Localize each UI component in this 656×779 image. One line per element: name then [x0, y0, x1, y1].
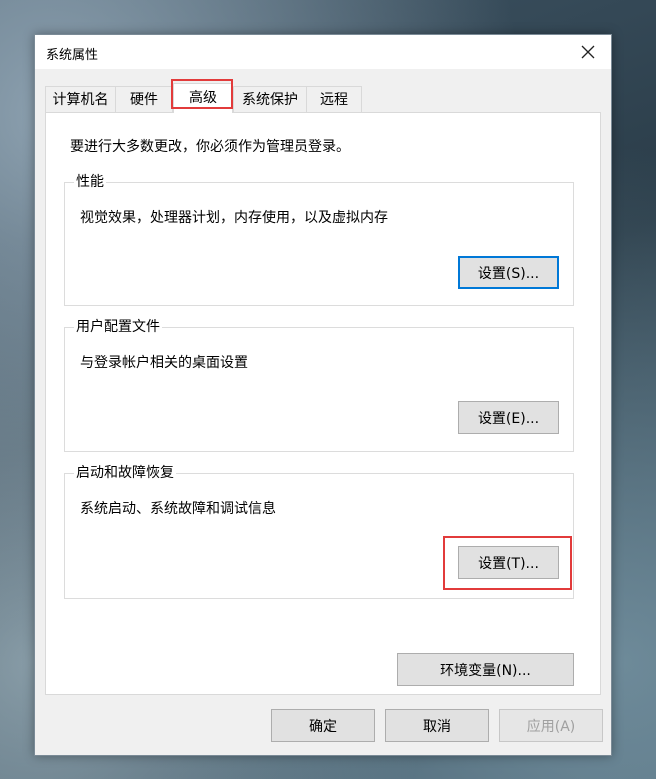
- close-button[interactable]: [565, 35, 611, 69]
- admin-notice: 要进行大多数更改，你必须作为管理员登录。: [70, 139, 350, 155]
- user-profiles-desc: 与登录帐户相关的桌面设置: [80, 355, 248, 371]
- advanced-tab-panel: 要进行大多数更改，你必须作为管理员登录。 性能 视觉效果，处理器计划，内存使用，…: [45, 112, 601, 695]
- title-bar[interactable]: 系统属性: [35, 35, 611, 69]
- close-icon: [581, 45, 595, 59]
- tab-remote[interactable]: 远程: [306, 86, 362, 112]
- environment-variables-button[interactable]: 环境变量(N)...: [397, 653, 574, 686]
- user-profiles-settings-button[interactable]: 设置(E)...: [458, 401, 559, 434]
- performance-group: 性能 视觉效果，处理器计划，内存使用，以及虚拟内存 设置(S)...: [64, 172, 574, 306]
- startup-recovery-group: 启动和故障恢复 系统启动、系统故障和调试信息 设置(T)...: [64, 463, 574, 599]
- tab-system-protection[interactable]: 系统保护: [233, 86, 307, 112]
- apply-button[interactable]: 应用(A): [499, 709, 603, 742]
- tab-hardware[interactable]: 硬件: [115, 86, 173, 112]
- performance-desc: 视觉效果，处理器计划，内存使用，以及虚拟内存: [80, 210, 388, 226]
- system-properties-dialog: 系统属性 计算机名 硬件 高级 系统保护 远程 要进行大多数更改，你必须作为管理…: [34, 34, 612, 756]
- user-profiles-group: 用户配置文件 与登录帐户相关的桌面设置 设置(E)...: [64, 317, 574, 452]
- window-title: 系统属性: [46, 48, 99, 63]
- tab-computer-name[interactable]: 计算机名: [45, 86, 116, 112]
- ok-button[interactable]: 确定: [271, 709, 375, 742]
- performance-settings-button[interactable]: 设置(S)...: [458, 256, 559, 289]
- tab-highlight-box: [171, 79, 233, 109]
- startup-recovery-desc: 系统启动、系统故障和调试信息: [80, 501, 276, 517]
- cancel-button[interactable]: 取消: [385, 709, 489, 742]
- user-profiles-title: 用户配置文件: [74, 317, 162, 337]
- settings-highlight-box: [443, 536, 572, 590]
- performance-title: 性能: [74, 172, 106, 192]
- startup-recovery-title: 启动和故障恢复: [74, 463, 176, 483]
